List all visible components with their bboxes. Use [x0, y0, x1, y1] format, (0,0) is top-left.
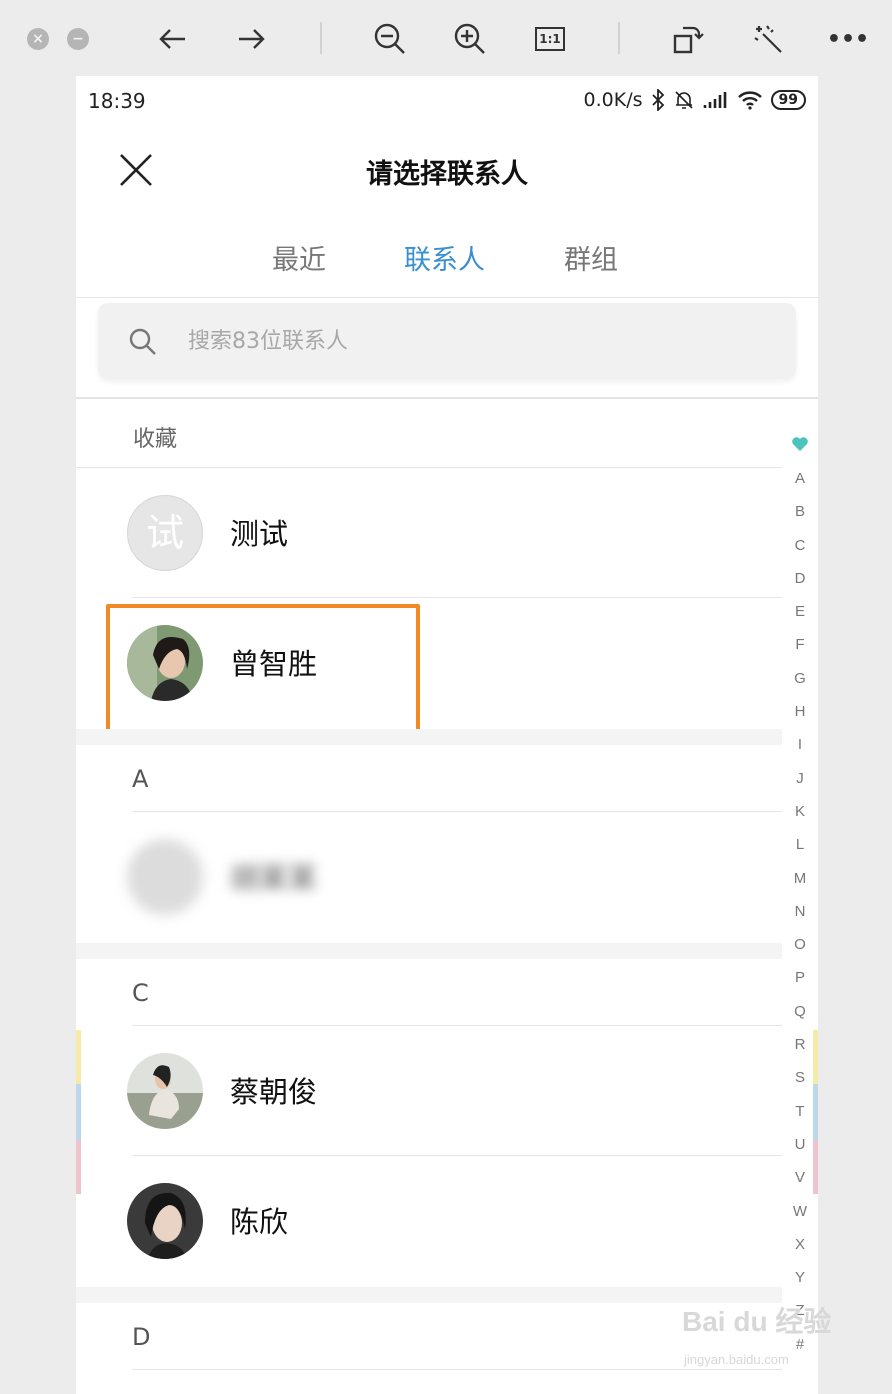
index-letter[interactable]: H — [784, 695, 816, 728]
section-c: C — [76, 959, 818, 1025]
watermark-url: jingyan.baidu.com — [684, 1352, 789, 1367]
index-letter[interactable]: D — [784, 562, 816, 595]
contact-row[interactable]: 蔡朝俊 — [76, 1026, 782, 1156]
section-label: C — [132, 979, 149, 1007]
contact-row[interactable]: 胡某某 — [76, 812, 782, 942]
highlight-box — [106, 604, 420, 740]
index-letter[interactable]: Y — [784, 1261, 816, 1294]
edge-strip — [813, 1140, 818, 1194]
index-letter[interactable]: K — [784, 795, 816, 828]
section-gap — [76, 729, 782, 745]
signal-icon — [703, 92, 726, 108]
status-time: 18:39 — [88, 89, 146, 113]
section-favorites: 收藏 — [76, 401, 818, 467]
index-letter[interactable]: R — [784, 1028, 816, 1061]
search-box[interactable] — [98, 303, 796, 379]
minimize-icon[interactable]: − — [67, 28, 89, 50]
favorites-heart-icon[interactable] — [784, 436, 816, 462]
edge-strip — [813, 1084, 818, 1140]
rotate-icon[interactable] — [668, 20, 708, 58]
avatar — [127, 1053, 203, 1129]
status-right: 0.0K/s 99 — [584, 89, 806, 111]
section-a: A — [76, 745, 818, 811]
index-letter[interactable]: B — [784, 495, 816, 528]
search-input[interactable] — [188, 321, 748, 361]
index-letter[interactable]: J — [784, 762, 816, 795]
section-gap — [76, 1287, 782, 1303]
watermark-logo: Bai du 经验 — [682, 1306, 832, 1337]
section-label: D — [132, 1323, 151, 1351]
tab-groups[interactable]: 群组 — [564, 238, 618, 277]
magic-wand-icon[interactable] — [748, 20, 788, 58]
contact-name: 测试 — [230, 517, 289, 551]
toolbar-divider — [320, 22, 322, 54]
avatar — [127, 839, 203, 915]
index-letter[interactable]: G — [784, 662, 816, 695]
avatar — [127, 1183, 203, 1259]
alphabet-index[interactable]: A B C D E F G H I J K L M N O P Q R S T … — [784, 436, 816, 1361]
index-letter[interactable]: X — [784, 1228, 816, 1261]
edge-strip — [76, 1030, 81, 1084]
index-letter[interactable]: E — [784, 595, 816, 628]
phone-screen: 18:39 0.0K/s 99 请选择联系人 最近 联系人 群组 收藏 试 — [76, 76, 818, 1394]
index-letter[interactable]: P — [784, 961, 816, 994]
index-letter[interactable]: A — [784, 462, 816, 495]
zoom-out-icon[interactable] — [370, 20, 410, 58]
index-letter[interactable]: S — [784, 1061, 816, 1094]
index-letter[interactable]: U — [784, 1128, 816, 1161]
zoom-in-icon[interactable] — [450, 20, 490, 58]
index-letter[interactable]: C — [784, 529, 816, 562]
index-letter[interactable]: W — [784, 1195, 816, 1228]
index-letter[interactable]: N — [784, 895, 816, 928]
bluetooth-icon — [651, 89, 664, 111]
page-title: 请选择联系人 — [366, 159, 528, 190]
contact-name: 蔡朝俊 — [230, 1075, 318, 1109]
section-label: A — [132, 765, 149, 793]
mute-bell-icon — [674, 91, 693, 109]
tab-contacts[interactable]: 联系人 — [404, 238, 485, 277]
index-letter[interactable]: I — [784, 728, 816, 761]
viewer-toolbar: × − 1:1 ••• — [0, 0, 892, 76]
contact-row[interactable]: 陈欣 — [76, 1156, 782, 1286]
section-label: 收藏 — [133, 427, 178, 452]
more-icon[interactable]: ••• — [827, 20, 869, 58]
edge-strip — [76, 1084, 81, 1140]
edge-strip — [76, 1140, 81, 1194]
status-bar: 18:39 0.0K/s 99 — [76, 76, 818, 128]
wifi-icon — [737, 91, 762, 110]
index-letter[interactable]: O — [784, 928, 816, 961]
network-speed: 0.0K/s — [583, 89, 643, 111]
contact-name: 胡某某 — [230, 861, 318, 895]
back-arrow-icon[interactable] — [152, 20, 192, 58]
contact-name: 陈欣 — [230, 1205, 289, 1239]
divider — [132, 1369, 782, 1370]
tab-recent[interactable]: 最近 — [272, 238, 326, 277]
forward-arrow-icon[interactable] — [232, 20, 272, 58]
search-area — [76, 299, 818, 399]
index-letter[interactable]: M — [784, 862, 816, 895]
contact-row[interactable]: 试 测试 — [76, 468, 782, 598]
index-letter[interactable]: L — [784, 828, 816, 861]
tab-bar: 最近 联系人 群组 — [76, 216, 818, 298]
index-letter[interactable]: Q — [784, 995, 816, 1028]
battery-icon: 99 — [770, 90, 806, 110]
avatar: 试 — [127, 495, 203, 571]
close-icon[interactable]: × — [27, 28, 49, 50]
index-letter[interactable]: F — [784, 628, 816, 661]
edge-strip — [813, 1030, 818, 1084]
header: 请选择联系人 — [76, 128, 818, 214]
search-icon — [129, 328, 156, 355]
index-letter[interactable]: V — [784, 1161, 816, 1194]
toolbar-divider — [618, 22, 620, 54]
section-gap — [76, 943, 782, 959]
actual-size-icon[interactable]: 1:1 — [530, 20, 570, 58]
index-letter[interactable]: T — [784, 1095, 816, 1128]
